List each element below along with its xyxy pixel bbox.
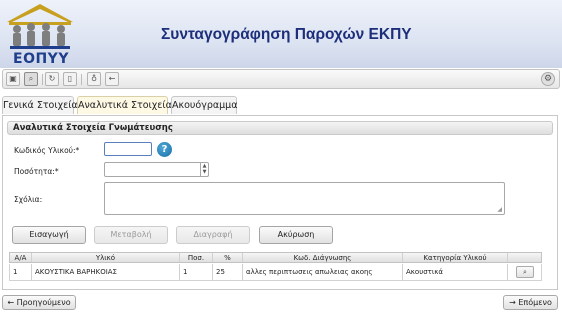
insert-button[interactable]: Εισαγωγή xyxy=(12,226,86,244)
tab-audiogram[interactable]: Ακουόγραμμα xyxy=(171,96,237,114)
modify-button[interactable]: Μεταβολή xyxy=(94,226,168,244)
row-search-button[interactable]: ⌕ xyxy=(516,266,534,278)
table-row[interactable]: 1 ΑΚΟΥΣΤΙΚΑ ΒΑΡΗΚΟΙΑΣ 1 25 αλλες περιπτω… xyxy=(9,264,542,281)
document-icon[interactable]: ▯ xyxy=(63,72,77,86)
refresh-icon[interactable]: ↻ xyxy=(45,72,59,86)
cell-quantity: 1 xyxy=(180,264,213,280)
quantity-field[interactable]: ▲ ▼ xyxy=(104,162,209,177)
save-icon[interactable]: ▣ xyxy=(6,72,20,86)
header: ΕΟΠΥΥ Συνταγογράφηση Παροχών ΕΚΠΥ xyxy=(0,0,562,68)
panel-title: Αναλυτικά Στοιχεία Γνωμάτευσης xyxy=(7,121,553,135)
help-icon[interactable]: ? xyxy=(157,142,172,157)
back-icon[interactable]: ← xyxy=(105,72,119,86)
comments-label: Σχόλια: xyxy=(14,195,43,204)
cell-aa: 1 xyxy=(10,264,32,280)
material-code-input[interactable] xyxy=(104,142,152,156)
cell-diagnosis: αλλες περιπτωσεις απωλειας ακοης xyxy=(243,264,403,280)
column-header: Κωδ. Διάγνωσης xyxy=(243,253,403,262)
toolbar-separator xyxy=(42,74,43,85)
column-header-actions xyxy=(508,253,543,262)
gear-icon[interactable]: ⚙ xyxy=(541,72,555,86)
toolbar-separator xyxy=(81,74,82,85)
cell-percent: 25 xyxy=(213,264,243,280)
resize-handle-icon[interactable]: ◢ xyxy=(497,206,502,213)
next-button[interactable]: → Επόμενο xyxy=(503,295,558,310)
previous-button[interactable]: ← Προηγούμενο xyxy=(2,295,76,310)
cell-category: Ακουστικά xyxy=(403,264,508,280)
logo-text: ΕΟΠΥΥ xyxy=(13,51,69,67)
column-header: Α/Α xyxy=(10,253,32,262)
tab-general[interactable]: Γενικά Στοιχεία xyxy=(2,96,78,114)
delete-button[interactable]: Διαγραφή xyxy=(176,226,250,244)
column-header: Ποσ. xyxy=(180,253,213,262)
column-header: Κατηγορία Υλικού xyxy=(403,253,508,262)
quantity-stepper[interactable]: ▲ ▼ xyxy=(200,163,208,176)
search-icon: ⌕ xyxy=(523,268,527,276)
toolbar: ▣ ⌕ ↻ ▯ ♁ ← ⚙ xyxy=(2,69,560,89)
eopyy-logo: ΕΟΠΥΥ xyxy=(4,2,76,67)
cell-material: ΑΚΟΥΣΤΙΚΑ ΒΑΡΗΚΟΙΑΣ xyxy=(32,264,180,280)
tab-detailed[interactable]: Αναλυτικά Στοιχεία xyxy=(77,96,172,114)
cell-actions: ⌕ xyxy=(508,264,543,280)
app-window: ΕΟΠΥΥ Συνταγογράφηση Παροχών ΕΚΠΥ ▣ ⌕ ↻ … xyxy=(0,0,562,315)
column-header: Υλικό xyxy=(32,253,180,262)
search-icon[interactable]: ⌕ xyxy=(24,72,38,86)
app-title: Συνταγογράφηση Παροχών ΕΚΠΥ xyxy=(161,26,412,43)
cancel-button[interactable]: Ακύρωση xyxy=(259,226,333,244)
column-header: % xyxy=(213,253,243,262)
comments-textarea[interactable]: ◢ xyxy=(104,182,505,215)
quantity-label: Ποσότητα:* xyxy=(14,167,59,176)
pin-icon[interactable]: ♁ xyxy=(87,72,101,86)
code-label: Κωδικός Υλικού:* xyxy=(14,146,80,155)
table-header: Α/Α Υλικό Ποσ. % Κωδ. Διάγνωσης Κατηγορί… xyxy=(9,252,542,263)
